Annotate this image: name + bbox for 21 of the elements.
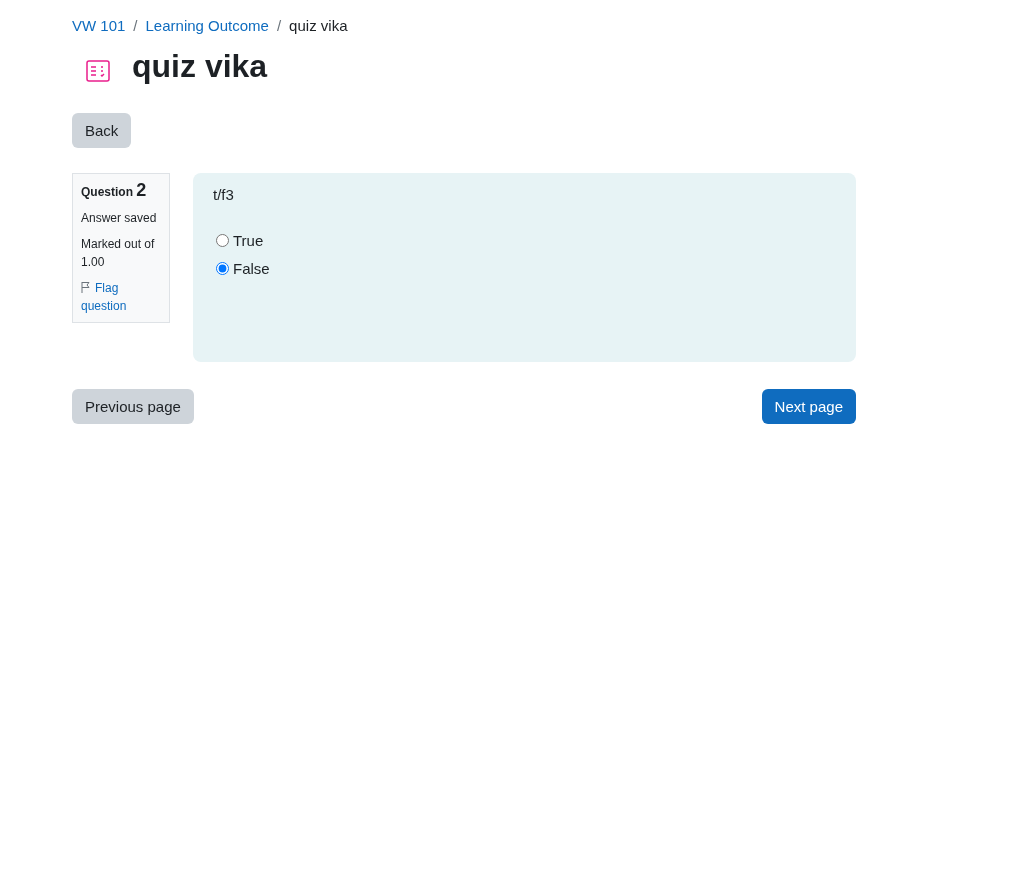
flag-icon (81, 281, 91, 293)
quiz-icon (86, 60, 110, 84)
breadcrumb-link[interactable]: VW 101 (72, 17, 126, 34)
question-text: t/f3 (213, 186, 235, 203)
option-label: True (233, 232, 264, 249)
radio-button[interactable] (216, 234, 229, 247)
radio-button[interactable] (216, 262, 229, 275)
next-page-button[interactable]: Next page (761, 389, 856, 424)
page-title: quiz vika (132, 48, 268, 84)
question-number: 2 (136, 180, 147, 200)
previous-page-button[interactable]: Previous page (72, 389, 194, 424)
breadcrumb-separator: / (276, 17, 282, 34)
breadcrumb-current: quiz vika (289, 17, 348, 34)
option-label: False (233, 260, 270, 277)
answer-state: Answer saved (81, 210, 158, 227)
marks-text: Marked out of 1.00 (81, 236, 156, 271)
flag-question-link[interactable]: Flag question (81, 279, 161, 315)
breadcrumb-separator: / (133, 17, 138, 34)
question-label: Question (81, 185, 133, 199)
breadcrumb-link[interactable]: Learning Outcome (145, 17, 269, 34)
back-button[interactable]: Back (72, 113, 132, 148)
